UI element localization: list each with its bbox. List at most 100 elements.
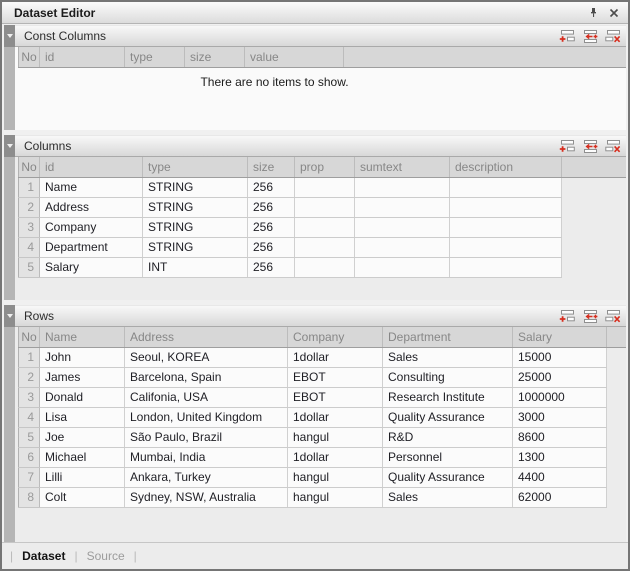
- row-number-cell[interactable]: 3: [19, 217, 40, 237]
- row-number-cell[interactable]: 6: [19, 447, 40, 467]
- cell[interactable]: Salary: [40, 257, 143, 277]
- column-header-department[interactable]: Department: [383, 327, 513, 347]
- cell[interactable]: STRING: [143, 197, 248, 217]
- column-header-size[interactable]: size: [248, 157, 295, 177]
- cell[interactable]: Seoul, KOREA: [125, 347, 288, 367]
- cell[interactable]: [355, 237, 450, 257]
- row-number-cell[interactable]: 3: [19, 387, 40, 407]
- cell[interactable]: Company: [40, 217, 143, 237]
- cell[interactable]: John: [40, 347, 125, 367]
- cell[interactable]: [450, 257, 562, 277]
- delete-row-button[interactable]: [605, 140, 621, 153]
- cell[interactable]: São Paulo, Brazil: [125, 427, 288, 447]
- column-header-no[interactable]: No: [19, 157, 40, 177]
- row-number-cell[interactable]: 4: [19, 237, 40, 257]
- column-header-address[interactable]: Address: [125, 327, 288, 347]
- cell[interactable]: Sydney, NSW, Australia: [125, 487, 288, 507]
- insert-row-button[interactable]: [582, 30, 598, 43]
- column-header-id[interactable]: id: [40, 47, 125, 67]
- cell[interactable]: 256: [248, 237, 295, 257]
- cell[interactable]: 256: [248, 197, 295, 217]
- cell[interactable]: [355, 197, 450, 217]
- row-number-cell[interactable]: 5: [19, 257, 40, 277]
- cell[interactable]: [295, 197, 355, 217]
- tab-dataset[interactable]: Dataset: [22, 549, 65, 563]
- cell[interactable]: hangul: [288, 467, 383, 487]
- cell[interactable]: hangul: [288, 427, 383, 447]
- cell[interactable]: James: [40, 367, 125, 387]
- cell[interactable]: Sales: [383, 347, 513, 367]
- cell[interactable]: Lilli: [40, 467, 125, 487]
- row-number-cell[interactable]: 2: [19, 197, 40, 217]
- cell[interactable]: Name: [40, 177, 143, 197]
- row-number-cell[interactable]: 5: [19, 427, 40, 447]
- cell[interactable]: STRING: [143, 237, 248, 257]
- cell[interactable]: Lisa: [40, 407, 125, 427]
- column-header-sumtext[interactable]: sumtext: [355, 157, 450, 177]
- cell[interactable]: 1dollar: [288, 407, 383, 427]
- pin-button[interactable]: [587, 6, 600, 19]
- insert-row-button[interactable]: [582, 310, 598, 323]
- cell[interactable]: Sales: [383, 487, 513, 507]
- cell[interactable]: EBOT: [288, 367, 383, 387]
- cell[interactable]: Joe: [40, 427, 125, 447]
- cell[interactable]: 1300: [513, 447, 607, 467]
- column-header-no[interactable]: No: [19, 327, 40, 347]
- cell[interactable]: STRING: [143, 217, 248, 237]
- column-header-salary[interactable]: Salary: [513, 327, 607, 347]
- cell[interactable]: [295, 257, 355, 277]
- insert-row-button[interactable]: [582, 140, 598, 153]
- column-header-value[interactable]: value: [245, 47, 344, 67]
- cell[interactable]: INT: [143, 257, 248, 277]
- collapse-button[interactable]: [4, 25, 15, 47]
- tab-source[interactable]: Source: [87, 549, 125, 563]
- add-row-button[interactable]: [559, 310, 575, 323]
- cell[interactable]: [450, 217, 562, 237]
- column-header-id[interactable]: id: [40, 157, 143, 177]
- cell[interactable]: 4400: [513, 467, 607, 487]
- row-number-cell[interactable]: 1: [19, 347, 40, 367]
- column-header-prop[interactable]: prop: [295, 157, 355, 177]
- cell[interactable]: London, United Kingdom: [125, 407, 288, 427]
- cell[interactable]: 256: [248, 177, 295, 197]
- delete-row-button[interactable]: [605, 310, 621, 323]
- cell[interactable]: 8600: [513, 427, 607, 447]
- column-header-type[interactable]: type: [143, 157, 248, 177]
- add-row-button[interactable]: [559, 30, 575, 43]
- cell[interactable]: EBOT: [288, 387, 383, 407]
- cell[interactable]: 62000: [513, 487, 607, 507]
- column-header-size[interactable]: size: [185, 47, 245, 67]
- cell[interactable]: Personnel: [383, 447, 513, 467]
- cell[interactable]: Ankara, Turkey: [125, 467, 288, 487]
- add-row-button[interactable]: [559, 140, 575, 153]
- column-header-type[interactable]: type: [125, 47, 185, 67]
- cell[interactable]: [450, 237, 562, 257]
- column-header-name[interactable]: Name: [40, 327, 125, 347]
- cell[interactable]: 25000: [513, 367, 607, 387]
- cell[interactable]: Mumbai, India: [125, 447, 288, 467]
- column-header-no[interactable]: No: [19, 47, 40, 67]
- row-number-cell[interactable]: 2: [19, 367, 40, 387]
- cell[interactable]: [295, 177, 355, 197]
- row-number-cell[interactable]: 4: [19, 407, 40, 427]
- cell[interactable]: [295, 237, 355, 257]
- cell[interactable]: Colt: [40, 487, 125, 507]
- cell[interactable]: 256: [248, 217, 295, 237]
- cell[interactable]: [355, 257, 450, 277]
- cell[interactable]: Donald: [40, 387, 125, 407]
- cell[interactable]: [450, 197, 562, 217]
- row-number-cell[interactable]: 8: [19, 487, 40, 507]
- column-header-company[interactable]: Company: [288, 327, 383, 347]
- cell[interactable]: Research Institute: [383, 387, 513, 407]
- cell[interactable]: [355, 177, 450, 197]
- cell[interactable]: 1000000: [513, 387, 607, 407]
- cell[interactable]: hangul: [288, 487, 383, 507]
- cell[interactable]: 256: [248, 257, 295, 277]
- cell[interactable]: [355, 217, 450, 237]
- cell[interactable]: Consulting: [383, 367, 513, 387]
- cell[interactable]: R&D: [383, 427, 513, 447]
- column-header-description[interactable]: description: [450, 157, 562, 177]
- cell[interactable]: Department: [40, 237, 143, 257]
- cell[interactable]: Barcelona, Spain: [125, 367, 288, 387]
- cell[interactable]: Michael: [40, 447, 125, 467]
